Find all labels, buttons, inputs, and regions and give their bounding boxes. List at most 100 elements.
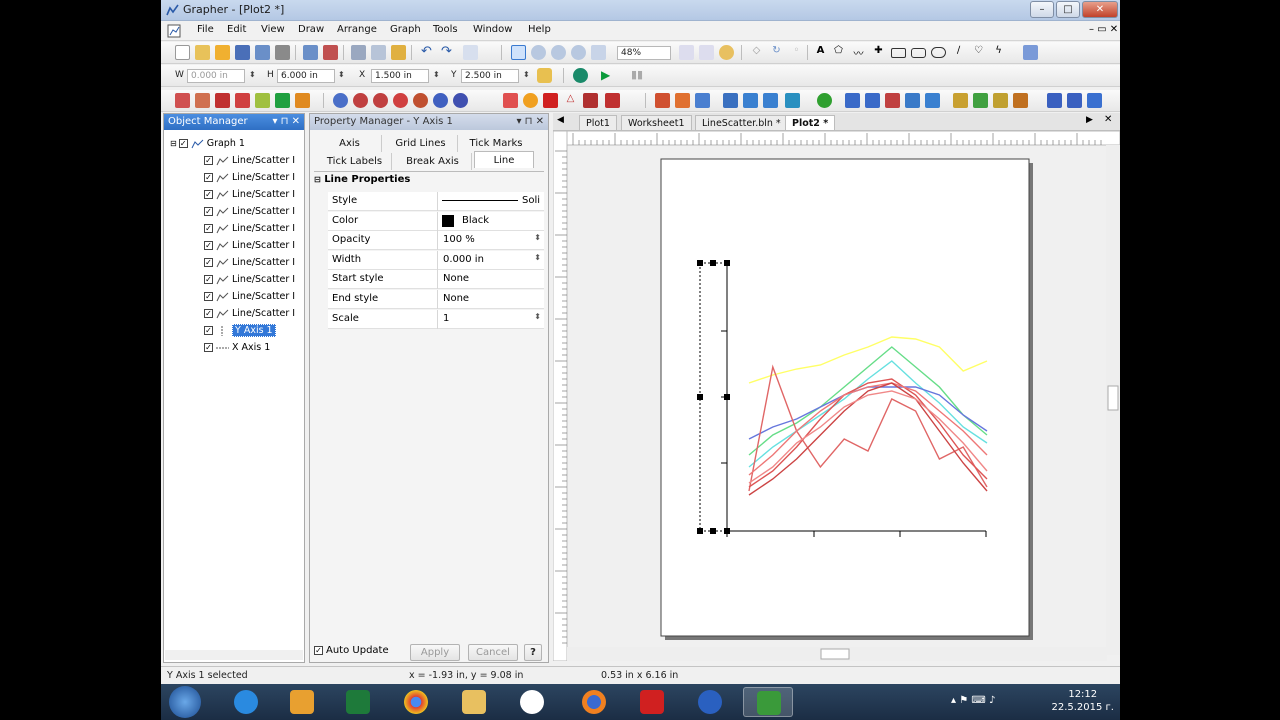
y-field[interactable]: 2.500 in [461, 69, 519, 83]
digitize-icon[interactable] [1023, 45, 1038, 60]
new-icon[interactable] [175, 45, 190, 60]
axis-y-icon[interactable] [865, 93, 880, 108]
tree-line-scatter-6[interactable]: ✓ Line/Scatter I [204, 238, 295, 254]
taskbar-chrome[interactable] [391, 687, 441, 717]
prop-value[interactable]: 1 [443, 313, 449, 324]
zoom-extents-icon[interactable] [679, 45, 694, 60]
system-clock[interactable]: 12:12 22.5.2015 г. [1051, 688, 1114, 714]
y-axis-checkbox[interactable]: ✓ [204, 326, 213, 335]
inset-icon[interactable] [1013, 93, 1028, 108]
map-icon[interactable] [953, 93, 968, 108]
menu-help[interactable]: Help [528, 24, 551, 35]
bar-chart-icon[interactable] [295, 93, 310, 108]
text-tool-icon[interactable]: A [813, 45, 828, 60]
graph-wizard-icon[interactable] [1047, 93, 1062, 108]
mdi-controls[interactable]: – ▭ ✕ [1089, 24, 1118, 35]
rounded-rect-tool-icon[interactable] [911, 48, 926, 58]
spline-tool-icon[interactable]: ♡ [971, 45, 986, 60]
x-field[interactable]: 1.500 in [371, 69, 429, 83]
taskbar-grapher[interactable] [743, 687, 793, 717]
x-axis-checkbox[interactable]: ✓ [204, 343, 213, 352]
doc-tab-linescatter[interactable]: LineScatter.bln * [695, 115, 788, 130]
line-tool-icon[interactable]: ∕ [951, 45, 966, 60]
tree-line-scatter-7[interactable]: ✓ Line/Scatter I [204, 255, 295, 271]
taskbar-explorer[interactable] [449, 687, 499, 717]
zoom-rect-icon[interactable] [571, 45, 586, 60]
menu-tools[interactable]: Tools [433, 24, 458, 35]
width-spinner[interactable]: ⬍ [249, 70, 256, 79]
zoom-page-icon[interactable] [591, 45, 606, 60]
scatter-plot-icon[interactable] [195, 93, 210, 108]
hilo-plot-icon[interactable] [503, 93, 518, 108]
menu-window[interactable]: Window [473, 24, 512, 35]
surface-icon[interactable] [655, 93, 670, 108]
3d-scatter-icon[interactable] [785, 93, 800, 108]
menu-edit[interactable]: Edit [227, 24, 246, 35]
select-tool-icon[interactable] [511, 45, 526, 60]
prop-spinner[interactable]: ⬍ [534, 312, 541, 321]
height-field[interactable]: 6.000 in [277, 69, 335, 83]
map-plot-icon[interactable] [973, 93, 988, 108]
magnifier-icon[interactable] [993, 93, 1008, 108]
taskbar-blue-app[interactable] [685, 687, 735, 717]
3d-ribbon-icon[interactable] [723, 93, 738, 108]
close-button[interactable]: ✕ [1082, 1, 1118, 18]
line-scatter-checkbox[interactable]: ✓ [204, 292, 213, 301]
property-manager-controls[interactable]: ▾ ⊓ ✕ [516, 114, 544, 130]
step-plot-icon[interactable] [215, 93, 230, 108]
prop-value[interactable]: 0.000 in [443, 254, 484, 265]
prop-value[interactable]: Soli [522, 195, 540, 206]
tree-line-scatter-9[interactable]: ✓ Line/Scatter I [204, 289, 295, 305]
copy-icon[interactable] [371, 45, 386, 60]
zoom-in-icon[interactable] [531, 45, 546, 60]
menu-file[interactable]: File [197, 24, 214, 35]
tray-icons[interactable]: ▴ ⚑ ⌨ ♪ [951, 695, 995, 706]
tab-grid-lines[interactable]: Grid Lines [384, 135, 458, 152]
prop-spinner[interactable]: ⬍ [534, 233, 541, 242]
object-manager-controls[interactable]: ▾ ⊓ ✕ [272, 114, 300, 130]
doc-tab-worksheet1[interactable]: Worksheet1 [621, 115, 692, 130]
prop-row-end-style[interactable]: End style None [328, 290, 544, 309]
prop-value[interactable]: None [443, 293, 469, 304]
fit-icon[interactable] [905, 93, 920, 108]
zoom-select[interactable]: 48% [617, 46, 671, 60]
record-icon[interactable] [573, 68, 588, 83]
nudge-icon[interactable]: ◇ [749, 45, 764, 60]
template-icon[interactable] [1067, 93, 1082, 108]
stop-icon[interactable]: ▮▮ [631, 68, 646, 83]
horizontal-scroll-thumb[interactable] [820, 648, 850, 660]
prop-row-start-style[interactable]: Start style None [328, 270, 544, 290]
line-scatter-checkbox[interactable]: ✓ [204, 309, 213, 318]
cancel-button[interactable]: Cancel [468, 644, 518, 661]
plot-document[interactable] [553, 131, 1120, 661]
save-all-icon[interactable] [255, 45, 270, 60]
apply-button[interactable]: Apply [410, 644, 460, 661]
prop-spinner[interactable]: ⬍ [534, 253, 541, 262]
tree-line-scatter-4[interactable]: ✓ Line/Scatter I [204, 204, 295, 220]
help-button[interactable]: ? [524, 644, 542, 661]
width-field[interactable]: 0.000 in [187, 69, 245, 83]
tree-line-scatter-3[interactable]: ✓ Line/Scatter I [204, 187, 295, 203]
help-pointer-icon[interactable] [463, 45, 478, 60]
menu-view[interactable]: View [261, 24, 285, 35]
line-scatter-checkbox[interactable]: ✓ [204, 258, 213, 267]
auto-update-checkbox[interactable]: ✓ [314, 645, 323, 655]
play-icon[interactable]: ▶ [601, 68, 616, 83]
line-scatter-checkbox[interactable]: ✓ [204, 241, 213, 250]
open-icon[interactable] [195, 45, 210, 60]
axis-icon[interactable] [845, 93, 860, 108]
tree-line-scatter-10[interactable]: ✓ Line/Scatter I [204, 306, 295, 322]
line-scatter-checkbox[interactable]: ✓ [204, 190, 213, 199]
vector-plot-icon[interactable] [583, 93, 598, 108]
ternary-scatter-icon[interactable] [453, 93, 468, 108]
redo-icon[interactable]: ↷ [439, 45, 454, 60]
freehand-tool-icon[interactable]: ϟ [991, 45, 1006, 60]
doc-tab-plot2[interactable]: Plot2 * [785, 115, 836, 130]
undo-icon[interactable]: ↶ [419, 45, 434, 60]
x-spinner[interactable]: ⬍ [433, 70, 440, 79]
function-plot-icon[interactable] [235, 93, 250, 108]
3d-wall-icon[interactable] [743, 93, 758, 108]
taskbar-excel[interactable] [333, 687, 383, 717]
legend-icon[interactable] [885, 93, 900, 108]
pie-chart-icon[interactable] [523, 93, 538, 108]
